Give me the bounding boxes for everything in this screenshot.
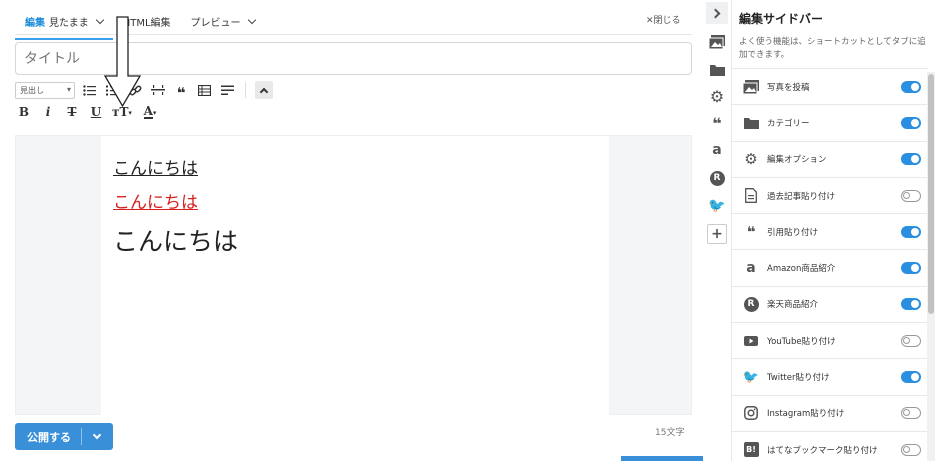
- table-button[interactable]: [195, 81, 213, 99]
- rakuten-icon: R: [709, 170, 725, 186]
- toggle-switch[interactable]: [901, 116, 921, 129]
- toggle-switch[interactable]: [901, 189, 921, 202]
- strikethrough-button[interactable]: T: [63, 103, 81, 121]
- quote-icon: ❝: [746, 222, 756, 241]
- toggle-switch[interactable]: [901, 80, 921, 93]
- content-line-large[interactable]: こんにちは: [113, 222, 238, 258]
- annotation-arrow-icon: [103, 16, 142, 108]
- twitter-icon: 🐦: [708, 198, 726, 214]
- chevron-up-icon: [259, 87, 269, 96]
- document-icon: [742, 187, 760, 205]
- editor-page[interactable]: こんにちは こんにちは こんにちは: [101, 136, 609, 416]
- amazon-icon: a: [712, 142, 722, 158]
- shortcut-options[interactable]: ⚙: [707, 86, 727, 106]
- folder-icon: [709, 65, 725, 76]
- sidebar-title: 編集サイドバー: [739, 12, 824, 26]
- horizontal-rule-button[interactable]: [149, 81, 167, 99]
- sidebar-item-twitter[interactable]: 🐦 Twitter貼り付け: [732, 358, 928, 394]
- folder-icon: [742, 114, 760, 132]
- caret-icon: ▾: [152, 107, 157, 117]
- amazon-icon: a: [746, 260, 756, 277]
- collapse-toolbar-button[interactable]: [255, 81, 273, 99]
- blockquote-button[interactable]: ❝: [172, 81, 190, 102]
- toggle-switch[interactable]: [901, 262, 921, 275]
- publish-button[interactable]: 公開する: [15, 423, 113, 450]
- read-more-icon: [220, 85, 234, 95]
- sidebar-item-hatena-bookmark[interactable]: B! はてなブックマーク貼り付け: [732, 430, 928, 467]
- sidebar-item-amazon[interactable]: a Amazon商品紹介: [732, 249, 928, 285]
- quote-icon: ❝: [712, 113, 722, 133]
- edit-sidebar: 編集サイドバー よく使う機能は、ショートカットとしてタブに追加できます。 写真を…: [731, 0, 939, 461]
- toggle-switch[interactable]: [901, 371, 921, 384]
- toggle-switch[interactable]: [901, 153, 921, 166]
- rakuten-icon: R: [742, 295, 760, 313]
- editor-panel: 編集 見たまま HTML編集 プレビュー ✕閉じる 見出し ❝: [0, 0, 700, 461]
- sidebar-shortcut-bar: ⚙ ❝ a R 🐦 +: [703, 0, 731, 461]
- toggle-switch[interactable]: [901, 298, 921, 311]
- tab-preview-label: プレビュー: [190, 18, 241, 29]
- sidebar-item-rakuten[interactable]: R 楽天商品紹介: [732, 285, 928, 322]
- shortcut-amazon[interactable]: a: [707, 140, 727, 160]
- sidebar-item-quote[interactable]: ❝ 引用貼り付け: [732, 213, 928, 249]
- sidebar-item-past-articles[interactable]: 過去記事貼り付け: [732, 176, 928, 213]
- photo-icon: [709, 35, 725, 49]
- youtube-icon: [742, 332, 760, 350]
- shortcut-photo[interactable]: [707, 32, 727, 52]
- shortcut-quote[interactable]: ❝: [707, 113, 727, 133]
- table-icon: [197, 84, 211, 96]
- content-line-red-underlined[interactable]: こんにちは: [113, 188, 198, 213]
- instagram-icon: [742, 404, 760, 422]
- divider: [245, 82, 246, 98]
- scrollbar-thumb[interactable]: [928, 74, 934, 314]
- format-select[interactable]: 見出し: [15, 81, 75, 99]
- tab-edit-sub: 見たまま: [49, 18, 89, 29]
- close-icon: ✕: [646, 16, 654, 26]
- more-button[interactable]: [218, 81, 236, 99]
- photo-icon: [742, 78, 760, 96]
- twitter-icon: 🐦: [742, 369, 760, 385]
- toggle-switch[interactable]: [901, 334, 921, 347]
- hatena-bookmark-icon: B!: [742, 441, 760, 459]
- toggle-switch[interactable]: [901, 225, 921, 238]
- sidebar-item-edit-options[interactable]: ⚙ 編集オプション: [732, 140, 928, 177]
- collapse-sidebar-button[interactable]: [706, 2, 728, 24]
- toggle-switch[interactable]: [901, 443, 921, 456]
- publish-label: 公開する: [27, 430, 71, 444]
- gear-icon: ⚙: [709, 86, 725, 106]
- toggle-switch[interactable]: [901, 407, 921, 420]
- shortcut-twitter[interactable]: 🐦: [707, 196, 727, 216]
- bullet-list-button[interactable]: [80, 81, 98, 99]
- chevron-down-icon: [92, 430, 102, 440]
- close-button[interactable]: ✕閉じる: [646, 13, 681, 26]
- content-line-underlined[interactable]: こんにちは: [113, 154, 198, 179]
- editor-content-area[interactable]: こんにちは こんにちは こんにちは: [15, 135, 692, 416]
- italic-button[interactable]: i: [39, 103, 57, 121]
- close-label: 閉じる: [653, 16, 681, 26]
- chevron-down-icon: [247, 15, 256, 24]
- sidebar-item-youtube[interactable]: YouTube貼り付け: [732, 322, 928, 358]
- sidebar-item-instagram[interactable]: Instagram貼り付け: [732, 394, 928, 431]
- shortcut-rakuten[interactable]: R: [707, 168, 727, 188]
- sidebar-feature-list: 写真を投稿 カテゴリー ⚙ 編集オプション 過去記事貼り付け ❝ 引用貼り付け …: [732, 68, 928, 467]
- sidebar-item-category[interactable]: カテゴリー: [732, 104, 928, 140]
- sidebar-scrollbar[interactable]: [927, 72, 935, 461]
- quote-icon: ❝: [176, 83, 186, 102]
- shortcut-category[interactable]: [707, 60, 727, 80]
- publish-options-button[interactable]: [82, 430, 112, 440]
- char-count: 15文字: [655, 428, 685, 438]
- chevron-right-icon: [710, 8, 721, 18]
- caret-icon: ▾: [128, 107, 132, 117]
- add-shortcut-button[interactable]: +: [707, 224, 727, 244]
- plus-icon: +: [711, 226, 723, 242]
- tab-edit-label: 編集: [25, 18, 45, 29]
- gear-icon: ⚙: [744, 150, 758, 169]
- bullet-list-icon: [82, 84, 96, 96]
- horizontal-rule-icon: [151, 85, 165, 95]
- sidebar-item-photo[interactable]: 写真を投稿: [732, 68, 928, 104]
- sidebar-description: よく使う機能は、ショートカットとしてタブに追加できます。: [739, 37, 926, 60]
- bold-button[interactable]: B: [15, 103, 33, 121]
